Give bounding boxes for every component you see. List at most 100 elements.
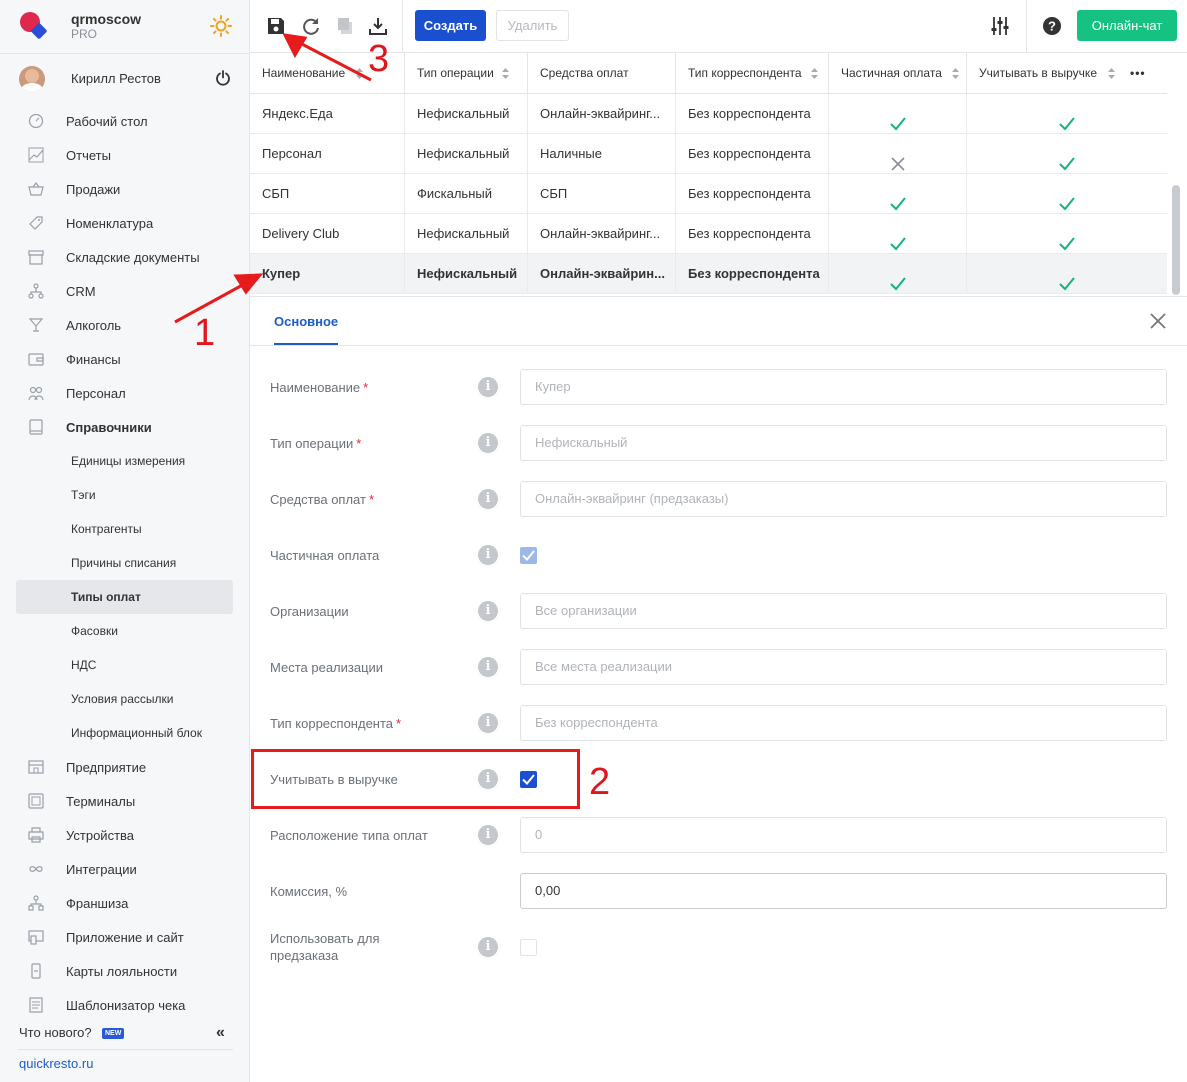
- sun-icon[interactable]: [210, 15, 232, 37]
- column-header-payment-means[interactable]: Средства оплат: [528, 53, 676, 94]
- nav-item-franchise[interactable]: Франшиза: [16, 886, 233, 920]
- field-input[interactable]: Онлайн-эквайринг (предзаказы): [520, 481, 1167, 517]
- whats-new-link[interactable]: Что нового?: [19, 1025, 92, 1040]
- subnav-item-vat[interactable]: НДС: [16, 648, 233, 682]
- svg-text:?: ?: [1048, 19, 1056, 34]
- subnav-item-contractors[interactable]: Контрагенты: [16, 512, 233, 546]
- table-cell: Наличные: [528, 134, 676, 174]
- column-header-count-revenue[interactable]: Учитывать в выручке •••: [967, 53, 1167, 94]
- power-icon[interactable]: [215, 70, 231, 86]
- table-cell: [967, 214, 1167, 254]
- table-row[interactable]: Яндекс.Еда Нефискальный Онлайн-эквайринг..…: [250, 94, 1167, 134]
- scrollbar-thumb[interactable]: [1172, 185, 1180, 295]
- field-label: Тип корреспондента *: [270, 716, 402, 731]
- field-input[interactable]: Все организации: [520, 593, 1167, 629]
- table-row[interactable]: Delivery Club Нефискальный Онлайн-эквайрин…: [250, 214, 1167, 254]
- help-icon[interactable]: ?: [1042, 16, 1062, 36]
- nav-item-loyalty[interactable]: Карты лояльности: [16, 954, 233, 988]
- field-input[interactable]: Купер: [520, 369, 1167, 405]
- required-marker: *: [356, 436, 362, 451]
- more-columns-icon[interactable]: •••: [1130, 53, 1146, 94]
- table-row[interactable]: СБП Фискальный СБП Без корреспондента: [250, 174, 1167, 214]
- info-icon[interactable]: i: [478, 937, 498, 957]
- info-icon[interactable]: i: [478, 713, 498, 733]
- info-icon[interactable]: i: [478, 489, 498, 509]
- terminal-icon: [28, 793, 44, 809]
- table-cell: СБП: [528, 174, 676, 214]
- nav-item-nomenclature[interactable]: Номенклатура: [16, 206, 233, 240]
- field-input[interactable]: Все места реализации: [520, 649, 1167, 685]
- refresh-icon[interactable]: [301, 16, 321, 36]
- warehouse-icon: [28, 250, 44, 265]
- tab-divider: [250, 345, 1187, 346]
- subnav-item-units[interactable]: Единицы измерения: [16, 444, 233, 478]
- field-label: Наименование *: [270, 380, 369, 395]
- subnav-item-writeoff-reasons[interactable]: Причины списания: [16, 546, 233, 580]
- form-row: Места реализации i Все места реализации: [250, 649, 1187, 685]
- table-cell: Без корреспондента: [676, 134, 829, 174]
- table-cell: Без корреспондента: [676, 214, 829, 254]
- column-header-operation-type[interactable]: Тип операции: [405, 53, 528, 94]
- table-cell: Нефискальный: [405, 254, 528, 294]
- field-input[interactable]: Нефискальный: [520, 425, 1167, 461]
- nav-item-app-site[interactable]: Приложение и сайт: [16, 920, 233, 954]
- nav-item-crm[interactable]: CRM: [16, 274, 233, 308]
- delete-button[interactable]: Удалить: [496, 10, 569, 41]
- nav-item-warehouse[interactable]: Складские документы: [16, 240, 233, 274]
- online-chat-button[interactable]: Онлайн-чат: [1077, 10, 1177, 41]
- table-cell: [829, 214, 967, 254]
- nav-item-integrations[interactable]: Интеграции: [16, 852, 233, 886]
- nav-item-enterprise[interactable]: Предприятие: [16, 750, 233, 784]
- field-checkbox[interactable]: [520, 547, 537, 564]
- nav-item-devices[interactable]: Устройства: [16, 818, 233, 852]
- info-icon[interactable]: i: [478, 601, 498, 621]
- collapse-sidebar-button[interactable]: «: [216, 1024, 225, 1042]
- brand[interactable]: qrmoscow PRO: [0, 0, 249, 52]
- info-icon[interactable]: i: [478, 377, 498, 397]
- info-icon[interactable]: i: [478, 433, 498, 453]
- table-cell: [829, 174, 967, 214]
- required-marker: *: [363, 380, 369, 395]
- form-row: Частичная оплата i: [250, 537, 1187, 573]
- tab-main[interactable]: Основное: [274, 314, 339, 345]
- field-label: Использовать для предзаказа: [270, 931, 380, 963]
- nav-item-dashboard[interactable]: Рабочий стол: [16, 104, 233, 138]
- copy-icon[interactable]: [335, 16, 355, 36]
- table-row[interactable]: Купер Нефискальный Онлайн-эквайрин... Без к…: [250, 254, 1167, 294]
- subnav-item-payment-types[interactable]: Типы оплат: [16, 580, 233, 614]
- field-input[interactable]: Без корреспондента: [520, 705, 1167, 741]
- info-icon[interactable]: i: [478, 545, 498, 565]
- field-checkbox[interactable]: [520, 939, 537, 956]
- create-button[interactable]: Создать: [415, 10, 486, 41]
- subnav-item-mailing-conditions[interactable]: Условия рассылки: [16, 682, 233, 716]
- table-scrollbar[interactable]: [1167, 95, 1187, 295]
- info-icon[interactable]: i: [478, 657, 498, 677]
- field-input[interactable]: 0,00: [520, 873, 1167, 909]
- column-header-partial-payment[interactable]: Частичная оплата: [829, 53, 967, 94]
- table-cell: Онлайн-эквайринг...: [528, 94, 676, 134]
- nav-item-directories[interactable]: Справочники: [16, 410, 233, 444]
- close-icon[interactable]: [1149, 312, 1167, 330]
- receipt-icon: [29, 997, 43, 1013]
- user-block[interactable]: Кирилл Рестов: [0, 53, 249, 103]
- book-icon: [29, 419, 43, 435]
- save-icon[interactable]: [266, 16, 286, 36]
- info-icon[interactable]: i: [478, 825, 498, 845]
- subnav-item-tags[interactable]: Тэги: [16, 478, 233, 512]
- site-link[interactable]: quickresto.ru: [19, 1056, 93, 1071]
- nav-item-reports[interactable]: Отчеты: [16, 138, 233, 172]
- subnav-item-packaging[interactable]: Фасовки: [16, 614, 233, 648]
- table-row[interactable]: Персонал Нефискальный Наличные Без корреспо…: [250, 134, 1167, 174]
- field-input[interactable]: 0: [520, 817, 1167, 853]
- nav-item-staff[interactable]: Персонал: [16, 376, 233, 410]
- subnav-item-info-block[interactable]: Информационный блок: [16, 716, 233, 750]
- field-label: Средства оплат *: [270, 492, 375, 507]
- column-header-correspondent-type[interactable]: Тип корреспондента: [676, 53, 829, 94]
- nav-item-receipt-template[interactable]: Шаблонизатор чека: [16, 988, 233, 1022]
- column-settings-icon[interactable]: [990, 16, 1010, 36]
- nav-item-sales[interactable]: Продажи: [16, 172, 233, 206]
- download-icon[interactable]: [368, 16, 388, 36]
- loyalty-card-icon: [31, 963, 41, 979]
- nav-item-terminals[interactable]: Терминалы: [16, 784, 233, 818]
- check-icon: [889, 107, 906, 131]
